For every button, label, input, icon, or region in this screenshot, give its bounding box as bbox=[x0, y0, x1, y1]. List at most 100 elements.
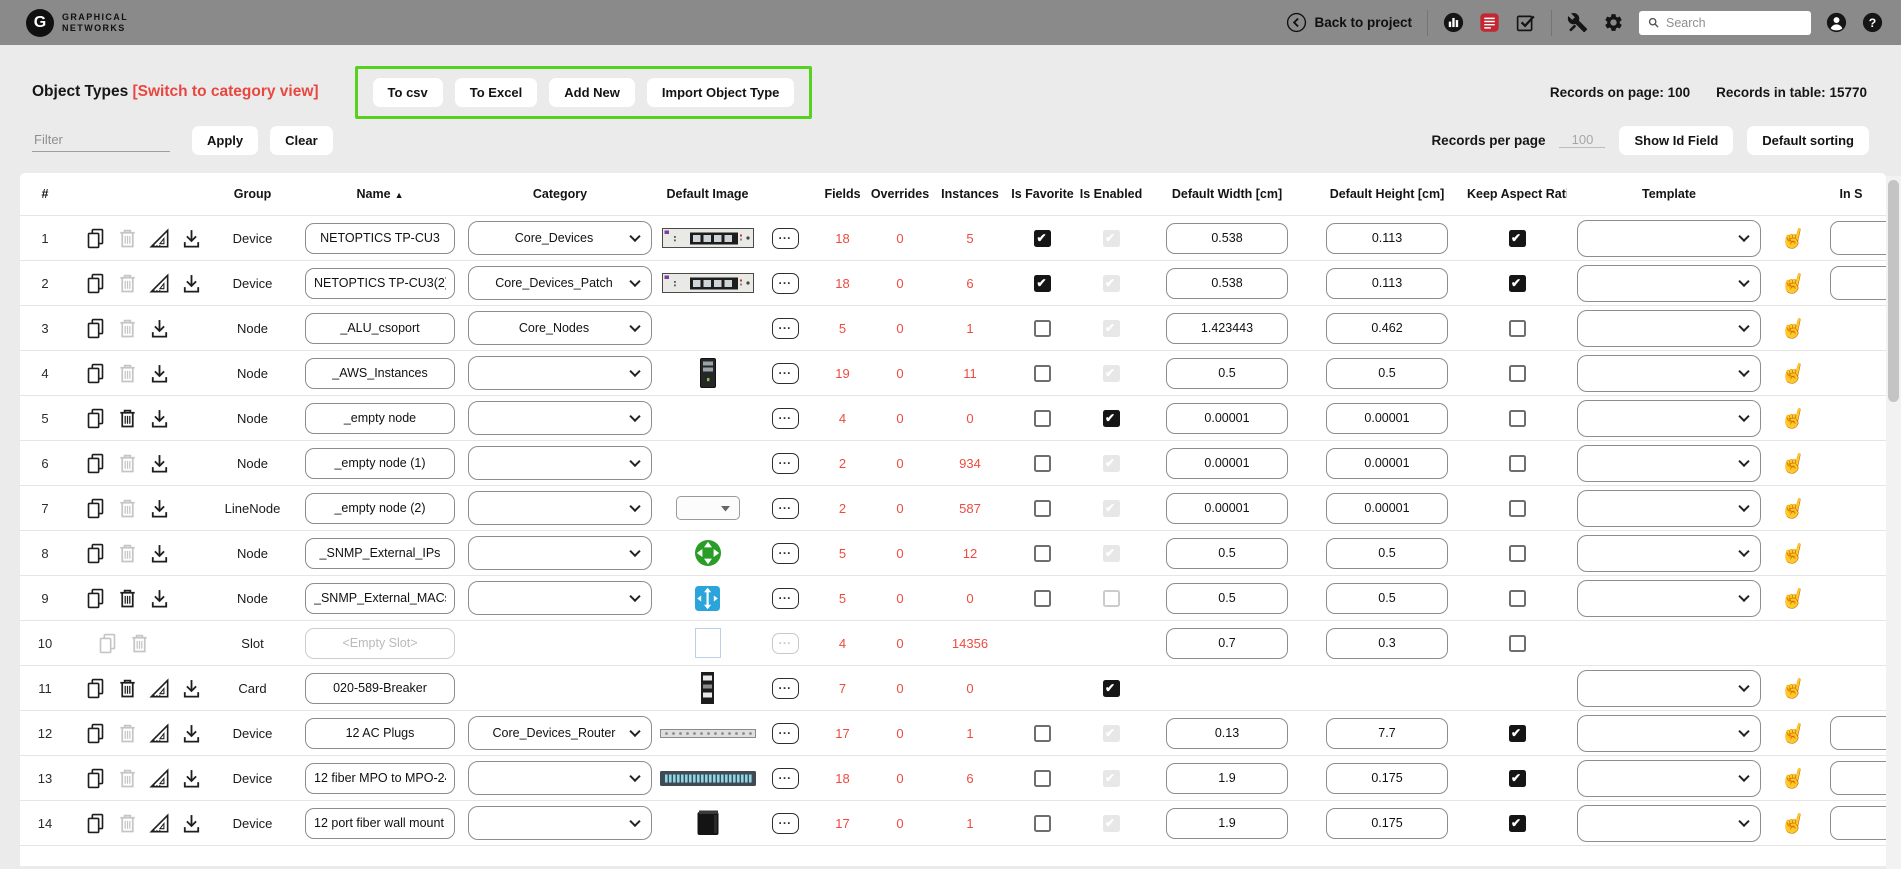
template-select[interactable] bbox=[1577, 580, 1761, 617]
ellipsis-button[interactable]: ... bbox=[772, 723, 799, 744]
template-select[interactable] bbox=[1577, 220, 1761, 257]
name-input[interactable] bbox=[305, 763, 455, 794]
fields-count[interactable]: 17 bbox=[835, 726, 849, 741]
keep-aspect-ratio-checkbox[interactable] bbox=[1509, 635, 1526, 652]
records-per-page-input[interactable] bbox=[1559, 132, 1605, 148]
export-icon[interactable] bbox=[180, 722, 203, 745]
measure-icon[interactable] bbox=[148, 272, 171, 295]
keep-aspect-ratio-checkbox[interactable] bbox=[1509, 230, 1526, 247]
ellipsis-button[interactable]: ... bbox=[772, 543, 799, 564]
keep-aspect-ratio-checkbox[interactable] bbox=[1509, 770, 1526, 787]
fields-count[interactable]: 4 bbox=[839, 411, 846, 426]
export-icon[interactable] bbox=[148, 452, 171, 475]
ellipsis-button[interactable]: ... bbox=[772, 588, 799, 609]
category-select[interactable] bbox=[468, 536, 652, 570]
ellipsis-button[interactable]: ... bbox=[772, 498, 799, 519]
category-select[interactable] bbox=[468, 761, 652, 795]
is-enabled-checkbox[interactable] bbox=[1103, 680, 1120, 697]
measure-icon[interactable] bbox=[148, 767, 171, 790]
hand-pointer-icon[interactable]: ☝ bbox=[1778, 493, 1808, 523]
copy-icon[interactable] bbox=[84, 407, 107, 430]
category-select[interactable]: Core_Devices_Patch bbox=[468, 266, 652, 300]
stats-icon[interactable] bbox=[1443, 12, 1464, 33]
is-favorite-checkbox[interactable] bbox=[1034, 455, 1051, 472]
export-icon[interactable] bbox=[148, 362, 171, 385]
in-sync-input[interactable] bbox=[1830, 806, 1886, 840]
keep-aspect-ratio-checkbox[interactable] bbox=[1509, 320, 1526, 337]
back-to-project-button[interactable]: Back to project bbox=[1286, 12, 1412, 33]
hand-pointer-icon[interactable]: ☝ bbox=[1778, 358, 1808, 388]
instances-count[interactable]: 1 bbox=[966, 816, 973, 831]
default-height-input[interactable] bbox=[1326, 268, 1448, 299]
fields-count[interactable]: 2 bbox=[839, 501, 846, 516]
overrides-count[interactable]: 0 bbox=[896, 231, 903, 246]
in-sync-input[interactable] bbox=[1830, 716, 1886, 750]
ellipsis-button[interactable]: ... bbox=[772, 768, 799, 789]
is-favorite-checkbox[interactable] bbox=[1034, 365, 1051, 382]
is-enabled-checkbox[interactable] bbox=[1103, 410, 1120, 427]
instances-count[interactable]: 6 bbox=[966, 276, 973, 291]
overrides-count[interactable]: 0 bbox=[896, 771, 903, 786]
name-input[interactable] bbox=[305, 448, 455, 479]
instances-count[interactable]: 1 bbox=[966, 726, 973, 741]
default-height-input[interactable] bbox=[1326, 313, 1448, 344]
ellipsis-button[interactable]: ... bbox=[772, 408, 799, 429]
name-input[interactable] bbox=[305, 358, 455, 389]
name-input[interactable] bbox=[305, 628, 455, 659]
overrides-count[interactable]: 0 bbox=[896, 681, 903, 696]
default-width-input[interactable] bbox=[1166, 808, 1288, 839]
name-input[interactable] bbox=[305, 223, 455, 254]
overrides-count[interactable]: 0 bbox=[896, 276, 903, 291]
export-icon[interactable] bbox=[148, 497, 171, 520]
template-select[interactable] bbox=[1577, 265, 1761, 302]
col-header-template[interactable]: Template bbox=[1567, 187, 1771, 201]
export-icon[interactable] bbox=[180, 812, 203, 835]
copy-icon[interactable] bbox=[84, 452, 107, 475]
category-select[interactable] bbox=[468, 581, 652, 615]
instances-count[interactable]: 11 bbox=[963, 366, 977, 381]
hand-pointer-icon[interactable]: ☝ bbox=[1778, 808, 1808, 838]
keep-aspect-ratio-checkbox[interactable] bbox=[1509, 455, 1526, 472]
category-select[interactable]: Core_Devices bbox=[468, 221, 652, 255]
default-height-input[interactable] bbox=[1326, 403, 1448, 434]
name-input[interactable] bbox=[305, 673, 455, 704]
hand-pointer-icon[interactable]: ☝ bbox=[1778, 313, 1808, 343]
overrides-count[interactable]: 0 bbox=[896, 546, 903, 561]
keep-aspect-ratio-checkbox[interactable] bbox=[1509, 725, 1526, 742]
overrides-count[interactable]: 0 bbox=[896, 636, 903, 651]
in-sync-input[interactable] bbox=[1830, 221, 1886, 255]
fields-count[interactable]: 18 bbox=[835, 771, 849, 786]
default-height-input[interactable] bbox=[1326, 358, 1448, 389]
tools-icon[interactable] bbox=[1567, 12, 1588, 33]
copy-icon[interactable] bbox=[84, 677, 107, 700]
template-select[interactable] bbox=[1577, 805, 1761, 842]
template-select[interactable] bbox=[1577, 535, 1761, 572]
copy-icon[interactable] bbox=[84, 362, 107, 385]
keep-aspect-ratio-checkbox[interactable] bbox=[1509, 500, 1526, 517]
is-favorite-checkbox[interactable] bbox=[1034, 410, 1051, 427]
export-icon[interactable] bbox=[148, 317, 171, 340]
is-favorite-checkbox[interactable] bbox=[1034, 590, 1051, 607]
import-object-type-button[interactable]: Import Object Type bbox=[647, 78, 795, 107]
copy-icon[interactable] bbox=[84, 542, 107, 565]
is-favorite-checkbox[interactable] bbox=[1034, 230, 1051, 247]
name-input[interactable] bbox=[305, 313, 455, 344]
default-height-input[interactable] bbox=[1326, 223, 1448, 254]
fields-count[interactable]: 18 bbox=[835, 231, 849, 246]
col-header-default-image[interactable]: Default Image bbox=[660, 187, 755, 201]
default-width-input[interactable] bbox=[1166, 403, 1288, 434]
category-select[interactable]: Core_Nodes bbox=[468, 311, 652, 345]
col-header-keep-aspect-ratio[interactable]: Keep Aspect Ratio bbox=[1467, 187, 1567, 201]
default-width-input[interactable] bbox=[1166, 493, 1288, 524]
fields-count[interactable]: 19 bbox=[835, 366, 849, 381]
fields-count[interactable]: 7 bbox=[839, 681, 846, 696]
help-icon[interactable]: ? bbox=[1862, 12, 1883, 33]
template-select[interactable] bbox=[1577, 310, 1761, 347]
name-input[interactable] bbox=[305, 493, 455, 524]
category-select[interactable]: Core_Devices_Router bbox=[468, 716, 652, 750]
col-header-name[interactable]: Name▲ bbox=[300, 187, 460, 201]
template-select[interactable] bbox=[1577, 400, 1761, 437]
template-select[interactable] bbox=[1577, 490, 1761, 527]
name-input[interactable] bbox=[305, 538, 455, 569]
is-favorite-checkbox[interactable] bbox=[1034, 275, 1051, 292]
